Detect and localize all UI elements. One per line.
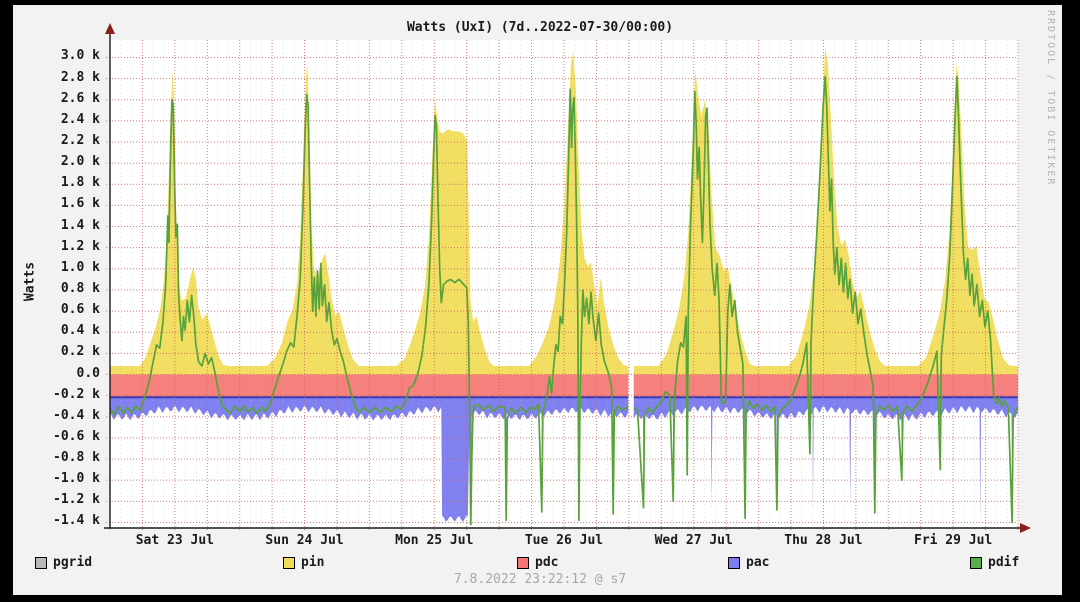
y-axis-label: 2.6 k xyxy=(60,90,100,106)
legend-swatch-pin xyxy=(283,557,295,569)
legend-label: pin xyxy=(301,555,325,570)
x-axis-label: Thu 28 Jul xyxy=(784,533,863,548)
y-axis-label: -0.8 k xyxy=(53,450,100,466)
legend-label: pdif xyxy=(988,555,1020,570)
y-axis-label: -0.6 k xyxy=(53,428,100,444)
y-axis-label: 2.8 k xyxy=(60,69,100,85)
y-axis-label: 0.8 k xyxy=(60,280,100,296)
legend-label: pgrid xyxy=(53,555,93,570)
y-axis-label: 3.0 k xyxy=(60,48,100,64)
rrdtool-chart xyxy=(104,23,1031,533)
legend-swatch-pac xyxy=(728,557,740,569)
y-axis-label: 0.4 k xyxy=(60,323,100,339)
y-axis-label: 1.0 k xyxy=(60,259,100,275)
y-axis-label: -1.2 k xyxy=(53,492,100,508)
x-axis-label: Tue 26 Jul xyxy=(524,533,604,548)
legend-swatch-pdif xyxy=(970,557,982,569)
footer-timestamp: 7.8.2022 23:22:12 @ s7 xyxy=(453,572,627,587)
y-axis-label: 2.4 k xyxy=(60,111,100,127)
y-axis-label: -0.4 k xyxy=(53,407,100,423)
y-axis-label: 0.2 k xyxy=(60,344,100,360)
y-axis-label: 0.0 xyxy=(76,365,100,381)
y-axis-label: 1.2 k xyxy=(60,238,100,254)
x-axis-label: Wed 27 Jul xyxy=(654,533,733,548)
rrdtool-watermark: RRDTOOL / TOBI OETIKER xyxy=(1045,10,1056,187)
y-axis-label: -0.2 k xyxy=(53,386,100,402)
legend-swatch-pdc xyxy=(517,557,529,569)
legend-label: pdc xyxy=(535,555,559,570)
y-axis-label: -1.4 k xyxy=(53,513,100,529)
x-axis-label: Sat 23 Jul xyxy=(135,533,214,548)
x-axis-label: Mon 25 Jul xyxy=(395,533,474,548)
legend-label: pac xyxy=(746,555,770,570)
y-axis-label: -1.0 k xyxy=(53,471,100,487)
y-axis-label: 2.0 k xyxy=(60,154,100,170)
x-axis-arrow xyxy=(1020,523,1031,533)
y-axis-label: 0.6 k xyxy=(60,302,100,318)
x-axis-label: Sun 24 Jul xyxy=(265,533,344,548)
legend-swatch-pgrid xyxy=(35,557,47,569)
y-axis-label: 1.8 k xyxy=(60,175,100,191)
x-axis-label: Fri 29 Jul xyxy=(914,533,993,548)
y-axis-label: 1.4 k xyxy=(60,217,100,233)
y-axis-label: 1.6 k xyxy=(60,196,100,212)
image-frame: Watts (UxI) (7d..2022-07-30/00:00) Watts… xyxy=(0,0,1080,602)
y-axis-label: 2.2 k xyxy=(60,133,100,148)
chart-title: Watts (UxI) (7d..2022-07-30/00:00) xyxy=(406,20,674,35)
